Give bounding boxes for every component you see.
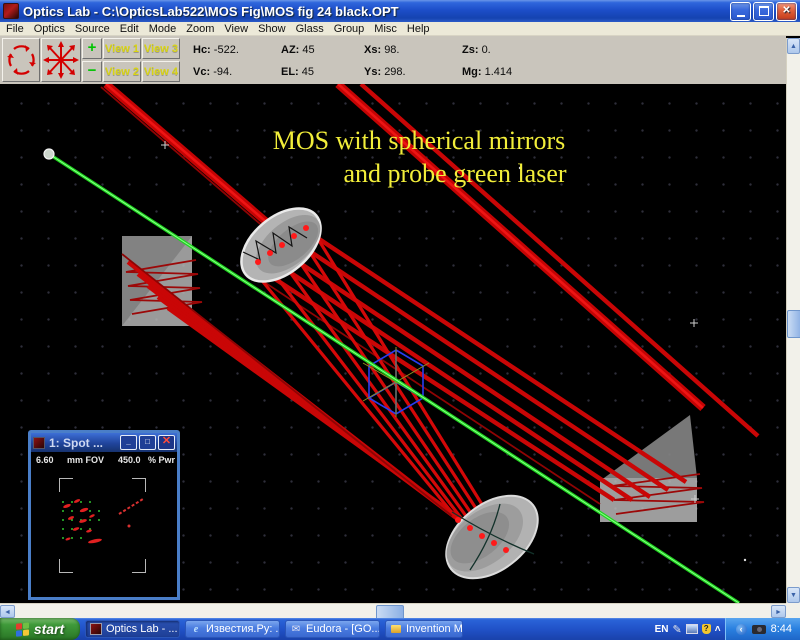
menu-edit[interactable]: Edit [115, 22, 144, 36]
readout-vc: Vc: -94. [193, 66, 232, 78]
menu-show[interactable]: Show [253, 22, 291, 36]
menu-view[interactable]: View [219, 22, 253, 36]
camera-tray-icon[interactable] [752, 625, 766, 634]
language-indicator[interactable]: EN [655, 624, 669, 635]
pen-tray-icon[interactable]: ✎ [673, 623, 682, 636]
rotate-view-button[interactable] [2, 38, 40, 82]
menu-misc[interactable]: Misc [369, 22, 402, 36]
laser-source [44, 149, 54, 159]
start-button[interactable]: start [0, 618, 80, 640]
spot-minimize-button[interactable]: _ [120, 435, 137, 450]
spot-close-button[interactable]: ✕ [158, 435, 175, 450]
spot-streak [119, 499, 143, 514]
menu-zoom[interactable]: Zoom [181, 22, 219, 36]
spot-maximize-button[interactable]: □ [139, 435, 156, 450]
task-invention[interactable]: Invention Mul... [385, 620, 463, 638]
display-tray-icon[interactable] [686, 624, 698, 634]
caption-line-1: MOS with spherical mirrors [238, 124, 600, 157]
readout-az: AZ: 45 [281, 44, 315, 56]
menu-bar: File Optics Source Edit Mode Zoom View S… [0, 22, 800, 36]
ie-icon: e [190, 623, 202, 635]
folder-icon [390, 623, 402, 635]
restore-icon [759, 6, 769, 16]
readout-mg: Mg: 1.414 [462, 66, 512, 78]
spot-diagram-body: 6.60 mm FOV 450.0 % Pwr [31, 452, 177, 597]
view-2-button[interactable]: View 2 [103, 61, 141, 82]
windows-logo-icon [16, 622, 30, 636]
menu-source[interactable]: Source [70, 22, 115, 36]
optics-lab-window: Optics Lab - C:\OpticsLab522\MOS Fig\MOS… [0, 0, 800, 640]
optics-lab-icon [90, 623, 102, 635]
pan-view-button[interactable] [41, 38, 81, 82]
optical-canvas[interactable]: MOS with spherical mirrors and probe gre… [0, 84, 786, 618]
scrollbar-corner [786, 603, 800, 618]
scroll-right-button[interactable]: ► [771, 605, 786, 618]
readout-el: EL: 45 [281, 66, 314, 78]
zoom-in-button[interactable]: + [82, 38, 102, 59]
menu-file[interactable]: File [1, 22, 29, 36]
start-label: start [34, 621, 64, 637]
app-icon [3, 3, 19, 19]
readout-zs: Zs: 0. [462, 44, 491, 56]
vertical-scroll-thumb[interactable] [787, 310, 800, 338]
rotate-arrows-icon [3, 39, 39, 81]
spot-window-title: 1: Spot ... [49, 436, 118, 450]
security-shield-icon[interactable]: ? [702, 624, 711, 634]
messenger-tray-icon[interactable]: ‹ [736, 624, 747, 635]
right-detector-panel [600, 415, 697, 522]
readout-hc: Hc: -522. [193, 44, 239, 56]
hide-icons-chevron[interactable]: ˄ [715, 624, 721, 635]
system-tray: EN ✎ ? ˄ [651, 618, 725, 640]
window-title: Optics Lab - C:\OpticsLab522\MOS Fig\MOS… [23, 4, 730, 19]
spot-diagram-window[interactable]: 1: Spot ... _ □ ✕ 6.60 mm FOV 450.0 % Pw… [28, 430, 180, 600]
zoom-out-button[interactable]: − [82, 61, 102, 82]
readout-ys: Ys: 298. [364, 66, 406, 78]
spot-window-icon [33, 437, 45, 449]
menu-optics[interactable]: Optics [29, 22, 70, 36]
menu-help[interactable]: Help [402, 22, 435, 36]
close-button[interactable]: ✕ [776, 2, 797, 21]
menu-glass[interactable]: Glass [291, 22, 329, 36]
minimize-button[interactable] [730, 2, 751, 21]
clock-section: ‹ 8:44 [725, 618, 800, 640]
spot-window-titlebar[interactable]: 1: Spot ... _ □ ✕ [31, 433, 177, 452]
toolbar: + − View 1 View 2 View 3 View 4 Hc: -522… [0, 36, 786, 85]
title-bar[interactable]: Optics Lab - C:\OpticsLab522\MOS Fig\MOS… [0, 0, 800, 22]
caption-line-2: and probe green laser [310, 157, 600, 190]
eudora-mail-icon: ✉ [290, 623, 302, 635]
scroll-up-button[interactable]: ▲ [787, 38, 800, 54]
restore-button[interactable] [753, 2, 774, 21]
readout-xs: Xs: 98. [364, 44, 399, 56]
pan-arrows-icon [42, 39, 80, 81]
menu-mode[interactable]: Mode [144, 22, 182, 36]
spot-pattern [31, 452, 177, 597]
view-1-button[interactable]: View 1 [103, 38, 141, 59]
scroll-left-button[interactable]: ◄ [0, 605, 15, 618]
taskbar: start Optics Lab - ... e Известия.Ру: ..… [0, 618, 800, 640]
horizontal-scrollbar[interactable]: ◄ ► [0, 603, 786, 618]
lower-spherical-mirror [431, 479, 554, 595]
canvas-caption: MOS with spherical mirrors and probe gre… [238, 124, 600, 190]
view-4-button[interactable]: View 4 [142, 61, 180, 82]
clock: 8:44 [771, 623, 792, 635]
task-optics-lab[interactable]: Optics Lab - ... [85, 620, 180, 638]
vertical-scrollbar[interactable]: ▲ ▼ [786, 38, 800, 603]
minimize-icon [737, 12, 745, 17]
task-eudora[interactable]: ✉ Eudora - [GO... [285, 620, 380, 638]
menu-group[interactable]: Group [329, 22, 370, 36]
scroll-down-button[interactable]: ▼ [787, 587, 800, 603]
view-3-button[interactable]: View 3 [142, 38, 180, 59]
task-izvestia[interactable]: e Известия.Ру: ... [185, 620, 280, 638]
